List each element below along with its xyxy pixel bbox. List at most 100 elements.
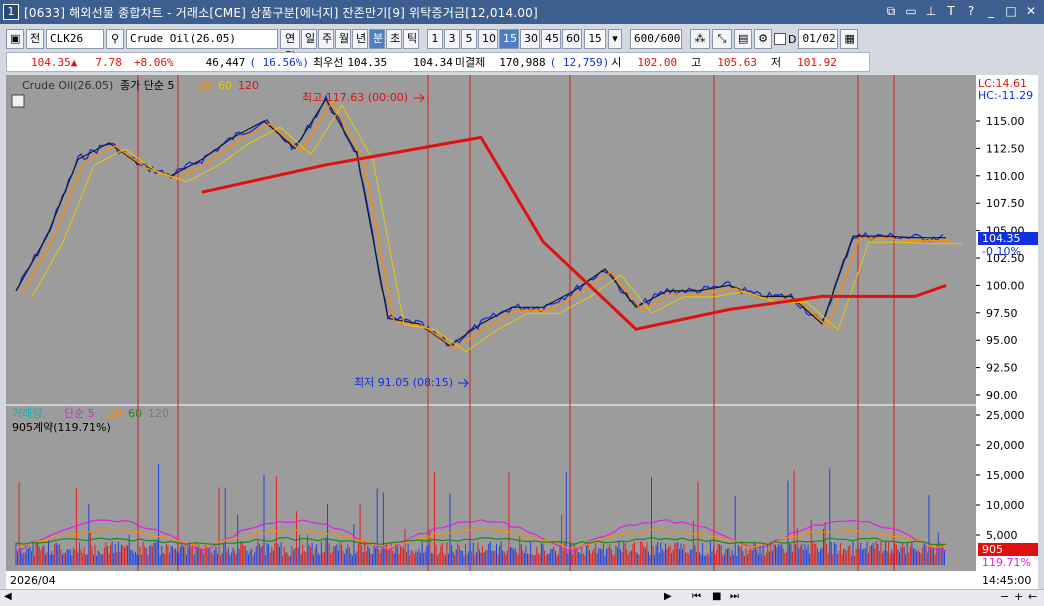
date-input[interactable]: 01/02 (798, 29, 839, 49)
first-icon[interactable]: ⏮ (692, 591, 701, 602)
low-annotation: 최저 91.05 (08:15) (354, 376, 453, 389)
window-title: [0633] 해외선물 종합차트 - 거래소[CME] 상품구분[에너지] 잔존… (24, 5, 538, 20)
open-label: 시 (611, 56, 622, 69)
period-tab-7[interactable]: 틱 (403, 29, 419, 49)
jeon-button[interactable]: 전 (26, 29, 44, 49)
interval-tab-2[interactable]: 5 (461, 29, 477, 49)
interval-tab-4[interactable]: 15 (499, 29, 519, 49)
last-change-label: -0.10% (982, 245, 1021, 258)
volume-tick-label: 15,000 (986, 469, 1025, 482)
period-tab-2[interactable]: 주 (318, 29, 334, 49)
oi-label: 미결제 (454, 56, 486, 69)
best-label: 최우선 (312, 56, 344, 69)
save-icon[interactable]: ▤ (734, 29, 752, 49)
price-tick-label: 92.50 (986, 362, 1018, 375)
period-tab-5[interactable]: 분 (369, 29, 385, 49)
close-icon[interactable]: ✕ (1024, 3, 1038, 19)
period-tab-4[interactable]: 년 (352, 29, 368, 49)
interval-tab-1[interactable]: 3 (444, 29, 460, 49)
zoom-out-icon[interactable]: − (1000, 590, 1009, 603)
vol-ma60-label: 60 (128, 407, 142, 420)
volume-tick-label: 10,000 (986, 499, 1025, 512)
price-tick-label: 95.00 (986, 334, 1018, 347)
window-number: 1 (3, 4, 19, 20)
period-tab-6[interactable]: 초 (386, 29, 402, 49)
last-volume-label: 905 (982, 543, 1003, 556)
font-icon[interactable]: T (944, 3, 958, 19)
vol-ma120-label: 120 (148, 407, 169, 420)
period-tabs: 연결일주월년분초틱 (280, 29, 419, 63)
high-value: 105.63 (717, 55, 757, 69)
gear-icon[interactable]: ⚙ (754, 29, 772, 49)
ma20-label: 20 (198, 79, 212, 92)
low-value: 101.92 (797, 55, 837, 69)
oi-change: ( 12,759) (549, 55, 610, 69)
zoom-in-icon[interactable]: + (1014, 590, 1023, 603)
code-input[interactable]: CLK26 (46, 29, 104, 49)
volume-value: 46,447 (205, 55, 246, 69)
arrow-left-icon[interactable]: ← (1028, 590, 1037, 603)
stop-icon[interactable]: ■ (712, 591, 721, 602)
open-value: 102.00 (637, 55, 678, 69)
volume-ratio: ( 16.56%) (249, 55, 309, 69)
ma-label: 종가 단순 5 (120, 79, 174, 92)
quote-bar: 104.35 ▲ 7.78 +8.06% 46,447 ( 16.56%) 최우… (6, 52, 870, 72)
contracts-label: 905계약(119.71%) (12, 420, 111, 434)
time-axis (6, 571, 1038, 589)
price-tick-label: 115.00 (986, 115, 1025, 128)
scrollbar[interactable]: ◀ ▶ ⏮ ■ ⏭ − + ← (0, 589, 1044, 606)
indicator-icon[interactable]: ⁂ (690, 29, 710, 49)
oi-value: 170,988 (499, 55, 546, 69)
copy-icon[interactable]: ▭ (904, 3, 918, 19)
interval-select[interactable]: 15 (584, 29, 606, 49)
interval-tabs: 1 3 5 10 15 30 45 60 (427, 29, 582, 49)
link-icon[interactable]: ⧉ (884, 3, 898, 19)
volume-tick-label: 25,000 (986, 409, 1025, 422)
price-tick-label: 107.50 (986, 197, 1025, 210)
period-tab-3[interactable]: 월 (335, 29, 351, 49)
window-controls: ⧉ ▭ ⊥ T ? _ □ ✕ (884, 3, 1038, 19)
layout-icon[interactable]: ▣ (6, 29, 24, 49)
interval-tab-3[interactable]: 10 (478, 29, 498, 49)
last-ratio-label: 119.71% (982, 556, 1031, 569)
volume-label: 거래량 (12, 407, 42, 420)
calendar-icon[interactable]: ▦ (840, 29, 859, 49)
change-value: 7.78 (95, 55, 122, 69)
chart-svg[interactable]: 115.00112.50110.00107.50105.00102.50100.… (6, 75, 1038, 589)
d-checkbox[interactable] (774, 33, 786, 45)
interval-tab-5[interactable]: 30 (520, 29, 540, 49)
interval-tab-7[interactable]: 60 (562, 29, 582, 49)
last-icon[interactable]: ⏭ (730, 591, 739, 602)
chevron-down-icon[interactable]: ▾ (608, 29, 622, 49)
chart-area[interactable]: 115.00 112.50 110.00 107.50 105.00 102.50 100.… (6, 75, 1038, 589)
interval-tab-6[interactable]: 45 (541, 29, 561, 49)
symbol-label: Crude Oil(26.05) (22, 79, 113, 92)
d-checkbox-label: D (788, 32, 797, 46)
minimize-icon[interactable]: _ (984, 3, 998, 19)
scroll-right-icon[interactable]: ▶ (664, 591, 672, 602)
price-tick-label: 90.00 (986, 389, 1018, 402)
period-tab-0[interactable]: 연결 (280, 29, 300, 63)
maximize-icon[interactable]: □ (1004, 3, 1018, 19)
toolbar: ▣ 전 CLK26 ⚲ Crude Oil(26.05) 연결일주월년분초틱 1… (6, 28, 1038, 63)
last-price-label: 104.35 (982, 232, 1021, 245)
search-icon[interactable]: ⚲ (106, 29, 124, 49)
ma120-label: 120 (238, 79, 259, 92)
best-ask: 104.35 (347, 55, 388, 69)
interval-tab-0[interactable]: 1 (427, 29, 443, 49)
up-arrow-icon: ▲ (70, 55, 78, 69)
period-tab-1[interactable]: 일 (301, 29, 317, 49)
grid-toggle-icon[interactable] (11, 94, 25, 108)
price-value: 104.35 (31, 55, 71, 69)
scroll-left-icon[interactable]: ◀ (4, 591, 12, 602)
best-bid: 104.34 (413, 55, 453, 69)
x-start-label: 2026/04 (10, 574, 56, 587)
pin-icon[interactable]: ⊥ (924, 3, 938, 19)
count-input[interactable]: 600/600 (630, 29, 682, 49)
help-icon[interactable]: ? (964, 3, 978, 19)
draw-icon[interactable]: ⤡ (712, 29, 732, 49)
price-tick-label: 112.50 (986, 142, 1025, 155)
vol-ma20-label: 20 (108, 407, 122, 420)
title-bar: 1 [0633] 해외선물 종합차트 - 거래소[CME] 상품구분[에너지] … (0, 0, 1044, 24)
x-time-label: 14:45:00 (982, 574, 1031, 587)
